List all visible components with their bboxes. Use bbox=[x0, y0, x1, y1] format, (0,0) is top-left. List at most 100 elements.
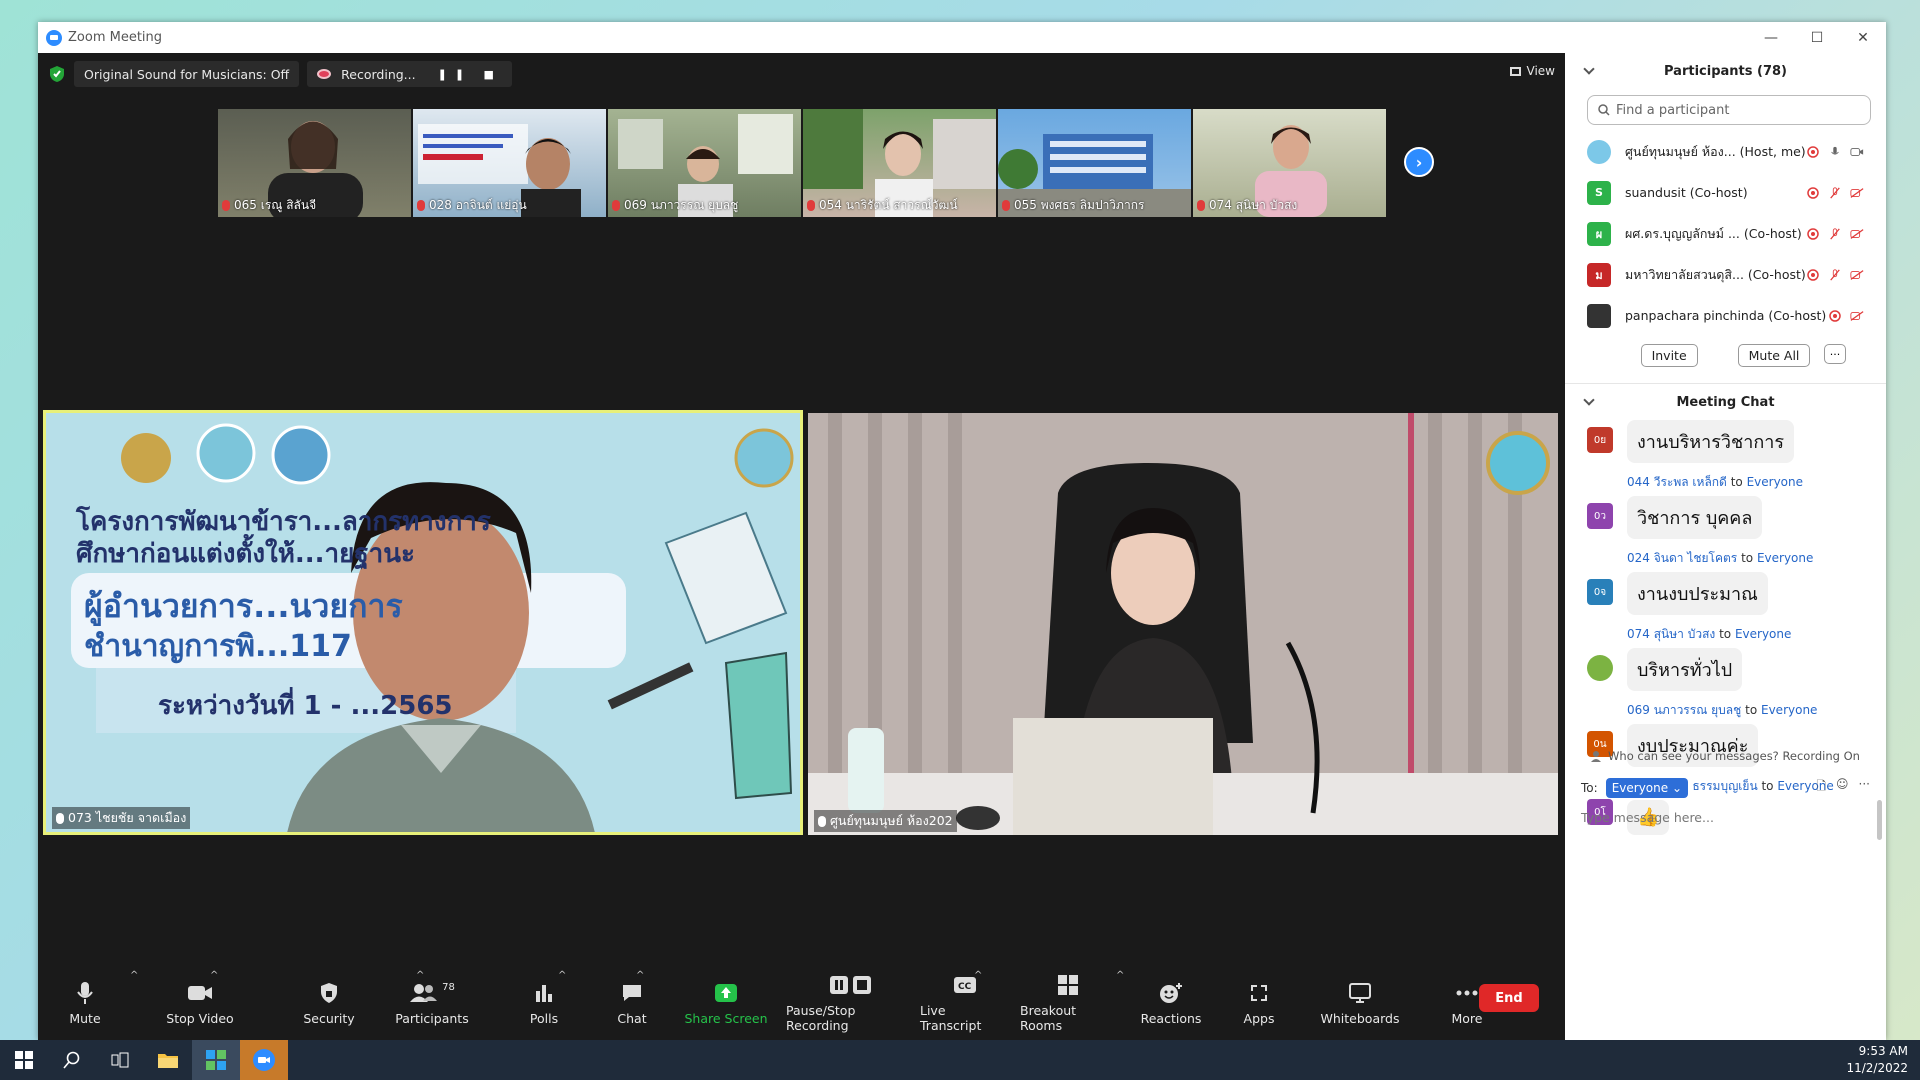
end-meeting-button[interactable]: End bbox=[1479, 984, 1539, 1012]
banner-line-2: ศึกษาก่อนแต่งตั้งให้...ายฐานะ bbox=[76, 539, 416, 569]
security-button[interactable]: Security bbox=[294, 979, 364, 1026]
collapse-chevron-icon[interactable] bbox=[1583, 63, 1595, 75]
active-speaker-video[interactable]: โครงการพัฒนาข้ารา...ลากรทางการ ศึกษาก่อน… bbox=[43, 410, 803, 835]
whiteboard-icon bbox=[1349, 979, 1371, 1007]
participant-status-icons bbox=[1828, 309, 1864, 322]
participant-thumbnail[interactable]: 055 พงศธร ลิมปาวิภากร bbox=[998, 109, 1191, 217]
whiteboards-button[interactable]: Whiteboards bbox=[1318, 979, 1402, 1026]
participant-thumbnail[interactable]: 054 นาริรัตน์ สาวรณ์วัฒน์ bbox=[803, 109, 996, 217]
whiteboards-options-caret[interactable]: ^ bbox=[1116, 970, 1124, 981]
live-transcript-button[interactable]: CC Live Transcript bbox=[920, 971, 1010, 1033]
person-eye-icon bbox=[1591, 751, 1602, 762]
pause-stop-recording-button[interactable]: Pause/Stop Recording bbox=[786, 971, 916, 1033]
reactions-button[interactable]: Reactions bbox=[1136, 979, 1206, 1026]
thumbnail-name: 074 สุนิษา บัวสง bbox=[1197, 196, 1297, 215]
search-icon[interactable] bbox=[48, 1040, 96, 1080]
breakout-rooms-button[interactable]: Breakout Rooms bbox=[1020, 971, 1116, 1033]
invite-button[interactable]: Invite bbox=[1640, 344, 1698, 367]
apps-icon bbox=[1249, 979, 1269, 1007]
participant-name: ศูนย์ทุนมนุษย์ ห้อง... (Host, me) bbox=[1625, 143, 1806, 159]
mute-button[interactable]: Mute bbox=[58, 979, 112, 1026]
message-header: 069 นภาวรรณ ยุบลชู to Everyone bbox=[1627, 703, 1818, 717]
video-options-caret[interactable]: ^ bbox=[210, 970, 218, 981]
stop-video-button[interactable]: Stop Video bbox=[152, 979, 248, 1026]
microphone-icon bbox=[1831, 146, 1839, 155]
who-can-see-link[interactable]: Who can see your messages? Recording On bbox=[1565, 743, 1886, 769]
collapse-chevron-icon[interactable] bbox=[1583, 394, 1595, 406]
participant-row[interactable]: ศูนย์ทุนมนุษย์ ห้อง... (Host, me) bbox=[1565, 131, 1886, 172]
recording-label: Recording... bbox=[341, 66, 416, 82]
recording-controls[interactable]: ❚❚ ■ bbox=[438, 68, 502, 81]
video-camera-icon bbox=[187, 979, 213, 1007]
view-label: View bbox=[1526, 64, 1555, 78]
next-page-arrow-icon[interactable]: › bbox=[1404, 147, 1434, 177]
minimize-button[interactable]: — bbox=[1748, 22, 1794, 53]
reactions-options-caret[interactable]: ^ bbox=[974, 970, 982, 981]
taskbar-clock[interactable]: 9:53 AM 11/2/2022 bbox=[1846, 1043, 1908, 1077]
participants-options-caret[interactable]: ^ bbox=[416, 970, 424, 981]
share-screen-button[interactable]: Share Screen bbox=[682, 979, 770, 1026]
file-explorer-icon[interactable] bbox=[144, 1040, 192, 1080]
share-options-caret[interactable]: ^ bbox=[636, 970, 644, 981]
chat-message: 024 จินดา ไชยโคตร to Everyone 0จ งานงบปร… bbox=[1565, 549, 1886, 615]
polls-button[interactable]: Polls bbox=[514, 979, 574, 1026]
emoji-icon[interactable]: ☺ bbox=[1836, 777, 1849, 798]
participant-name: panpachara pinchinda (Co-host) bbox=[1625, 308, 1827, 323]
to-label: To: bbox=[1581, 780, 1598, 795]
participant-thumbnail[interactable]: 065 เรณู สิลันจี bbox=[218, 109, 411, 217]
participant-row[interactable]: S suandusit (Co-host) bbox=[1565, 172, 1886, 213]
message-header: 074 สุนิษา บัวสง to Everyone bbox=[1627, 627, 1792, 641]
participant-row[interactable]: ม มหาวิทยาลัยสวนดุสิ... (Co-host) bbox=[1565, 254, 1886, 295]
task-view-icon[interactable] bbox=[96, 1040, 144, 1080]
zoom-app-icon[interactable] bbox=[240, 1040, 288, 1080]
avatar: ม bbox=[1587, 262, 1611, 287]
chat-button[interactable]: Chat bbox=[602, 979, 662, 1026]
maximize-button[interactable]: ☐ bbox=[1794, 22, 1840, 53]
participant-more-button[interactable]: ··· bbox=[1824, 344, 1846, 364]
close-button[interactable]: ✕ bbox=[1840, 22, 1886, 53]
host-video[interactable]: ศูนย์ทุนมนุษย์ ห้อง202 bbox=[808, 413, 1558, 835]
banner-line-5: ระหว่างวันที่ 1 - ...2565 bbox=[158, 691, 453, 721]
view-button[interactable]: View bbox=[1509, 64, 1555, 78]
window-controls: — ☐ ✕ bbox=[1748, 22, 1886, 53]
pause-stop-icon bbox=[829, 971, 873, 999]
thumbnail-strip: 065 เรณู สิลันจี 028 อาจินต์ แย่อุ่น 069… bbox=[218, 109, 1386, 217]
participant-status-icons bbox=[1806, 145, 1864, 158]
avatar bbox=[1587, 303, 1611, 328]
windows-start-icon[interactable] bbox=[0, 1040, 48, 1080]
participant-thumbnail[interactable]: 028 อาจินต์ แย่อุ่น bbox=[413, 109, 606, 217]
avatar: 0ว bbox=[1587, 503, 1613, 529]
avatar: ผ bbox=[1587, 221, 1611, 246]
original-sound-button[interactable]: Original Sound for Musicians: Off bbox=[74, 61, 300, 87]
microphone-icon bbox=[77, 979, 93, 1007]
participant-row[interactable]: panpachara pinchinda (Co-host) bbox=[1565, 295, 1886, 336]
recipient-row: To: Everyone ⌄ 🗋 ☺ ··· bbox=[1565, 769, 1886, 804]
chat-message: 074 สุนิษา บัวสง to Everyone บริหารทั่วไ… bbox=[1565, 625, 1886, 691]
participants-button[interactable]: 78 Participants bbox=[384, 979, 480, 1026]
chat-message-input[interactable]: Type message here... bbox=[1565, 804, 1886, 831]
apps-button[interactable]: Apps bbox=[1234, 979, 1284, 1026]
chat-more-icon[interactable]: ··· bbox=[1859, 777, 1870, 798]
participant-thumbnail[interactable]: 074 สุนิษา บัวสง bbox=[1193, 109, 1386, 217]
encryption-shield-icon[interactable] bbox=[48, 64, 66, 84]
muted-mic-icon bbox=[222, 200, 230, 211]
video-off-icon bbox=[1850, 228, 1864, 239]
participant-thumbnail[interactable]: 069 นภาวรรณ ยุบลชู bbox=[608, 109, 801, 217]
video-off-icon bbox=[1850, 187, 1864, 198]
recording-icon bbox=[1807, 145, 1819, 158]
mute-all-button[interactable]: Mute All bbox=[1737, 344, 1811, 367]
banner-line-4: ชำนาญการพิ...117 bbox=[84, 629, 352, 664]
chat-options-caret[interactable]: ^ bbox=[558, 970, 566, 981]
chat-input-tools: 🗋 ☺ ··· bbox=[1816, 777, 1870, 798]
chat-message: 0ย งานบริหารวิชาการ bbox=[1565, 420, 1886, 463]
smiley-plus-icon bbox=[1159, 979, 1183, 1007]
file-icon[interactable]: 🗋 bbox=[1816, 777, 1826, 798]
participant-search-input[interactable]: Find a participant bbox=[1587, 95, 1871, 125]
recipient-select[interactable]: Everyone ⌄ bbox=[1605, 777, 1688, 798]
search-icon bbox=[1598, 104, 1610, 116]
participant-row[interactable]: ผ ผศ.ดร.บุญญลักษม์ ... (Co-host) bbox=[1565, 213, 1886, 254]
avatar: S bbox=[1587, 180, 1611, 205]
side-panel: Participants (78) Find a participant ศูน… bbox=[1565, 53, 1886, 1040]
mute-options-caret[interactable]: ^ bbox=[130, 970, 138, 981]
app-tiles-icon[interactable] bbox=[192, 1040, 240, 1080]
